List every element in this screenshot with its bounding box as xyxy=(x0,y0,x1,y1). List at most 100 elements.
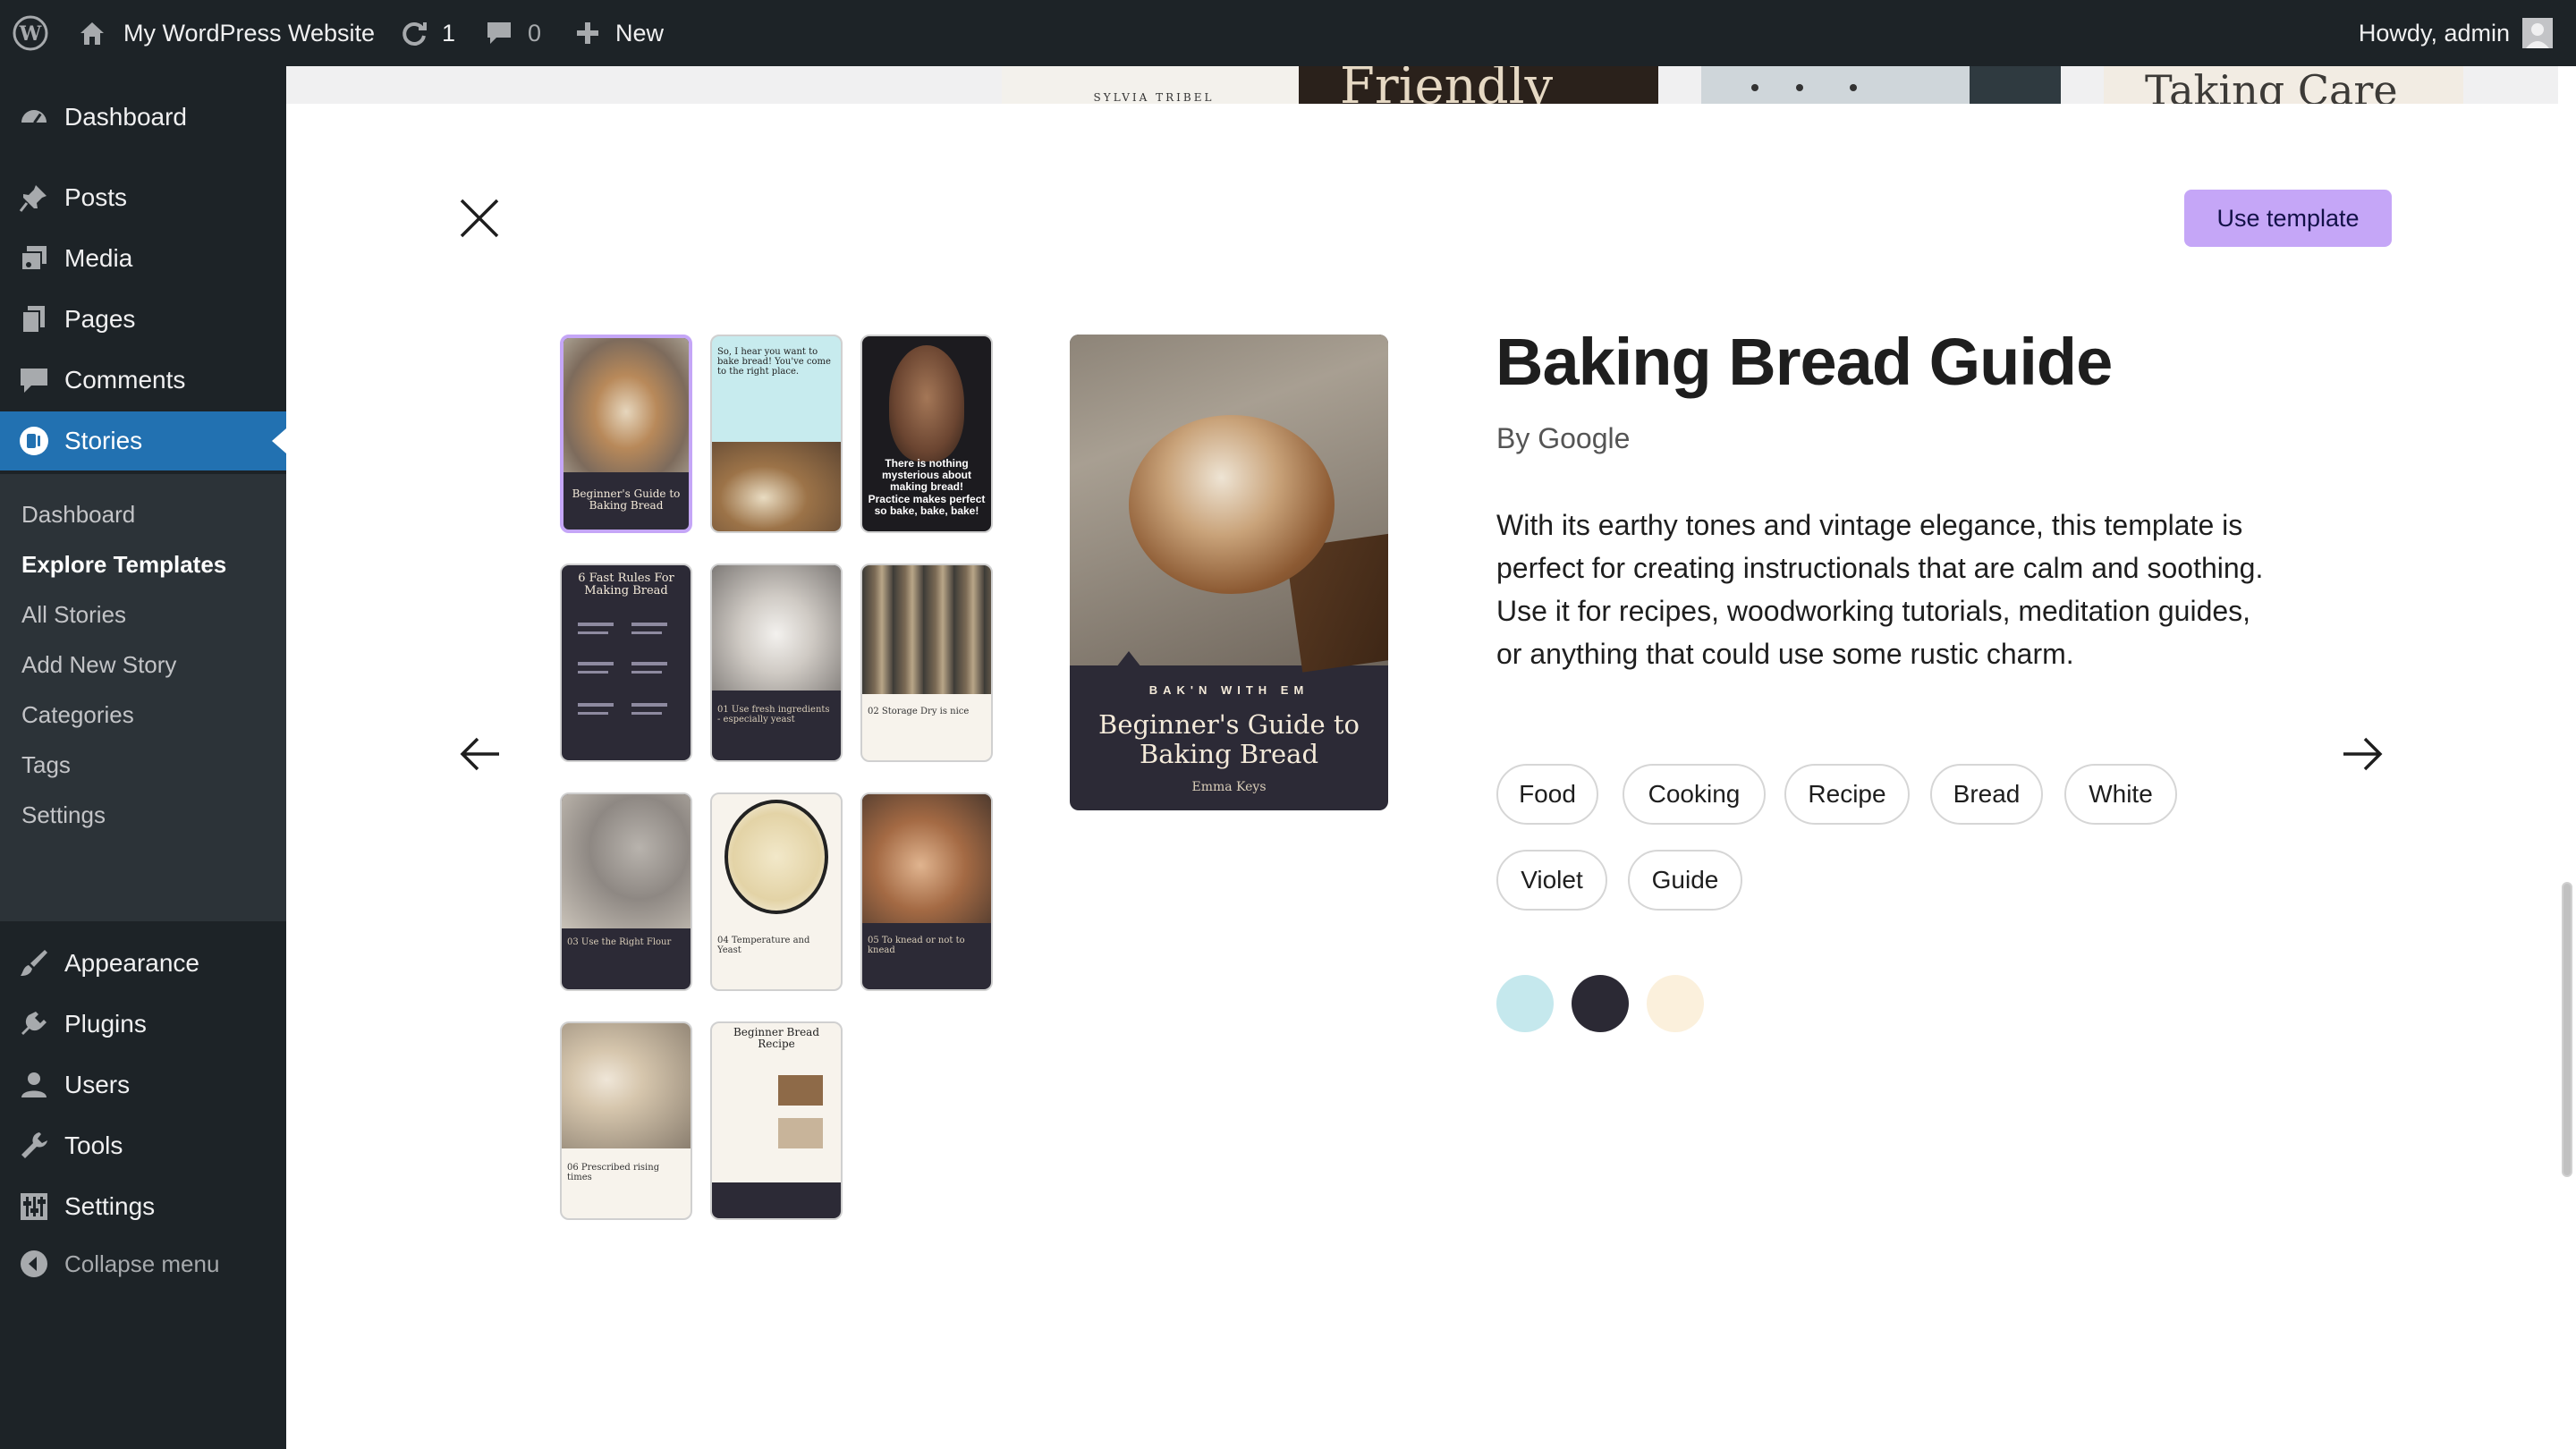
page-thumbnail[interactable]: Beginner's Guide to Baking Bread xyxy=(560,335,692,533)
collapse-menu-button[interactable]: Collapse menu xyxy=(0,1234,286,1293)
background-template-card: Taking Care xyxy=(2104,66,2463,104)
home-icon xyxy=(77,18,107,48)
preview-bread-loaf xyxy=(1129,415,1335,594)
comments-count: 0 xyxy=(528,19,542,47)
close-icon xyxy=(460,199,499,238)
thumbnail-photo xyxy=(562,794,691,928)
plug-icon xyxy=(21,1012,47,1035)
submenu-settings[interactable]: Settings xyxy=(21,801,106,829)
howdy-text: Howdy, admin xyxy=(2358,19,2510,47)
menu-label: Plugins xyxy=(64,1010,147,1038)
background-card-text: Friendly xyxy=(1340,66,1554,104)
thumbnail-caption: So, I hear you want to bake bread! You'v… xyxy=(717,347,831,377)
thumbnail-caption: There is nothing mysterious about making… xyxy=(868,457,986,517)
color-swatch xyxy=(1572,975,1629,1032)
comments-link[interactable]: 0 xyxy=(485,0,541,66)
template-description: With its earthy tones and vintage elegan… xyxy=(1496,509,2264,670)
previous-template-button[interactable] xyxy=(458,732,503,776)
page-thumbnail[interactable]: 02 Storage Dry is nice xyxy=(860,564,993,762)
page-thumbnail[interactable]: 6 Fast Rules For Making Bread xyxy=(560,564,692,762)
wordpress-logo-icon[interactable]: W xyxy=(13,0,48,66)
background-card-text: SYLVIA TRIBEL xyxy=(1093,91,1215,104)
page-scrollbar[interactable] xyxy=(2558,66,2576,1449)
menu-pages[interactable]: Pages xyxy=(0,290,286,349)
tag-food[interactable]: Food xyxy=(1496,764,1598,825)
menu-media[interactable]: Media xyxy=(0,229,286,288)
page-thumbnail[interactable]: So, I hear you want to bake bread! You'v… xyxy=(710,335,843,533)
collapse-arrow-icon xyxy=(21,1250,47,1277)
thumbnail-photo xyxy=(562,1023,691,1148)
tag-cooking[interactable]: Cooking xyxy=(1623,764,1766,825)
thumbnail-photo xyxy=(889,345,964,462)
thumbnail-photo xyxy=(724,800,828,914)
page-thumbnail[interactable]: 04 Temperature and Yeast xyxy=(710,792,843,991)
page-thumbnail[interactable]: There is nothing mysterious about making… xyxy=(860,335,993,533)
updates-link[interactable]: 1 xyxy=(399,0,455,66)
page-thumbnail[interactable]: 03 Use the Right Flour xyxy=(560,792,692,991)
comment-bubble-icon xyxy=(485,19,513,47)
submenu-add-new-story[interactable]: Add New Story xyxy=(21,651,176,679)
submenu-explore-templates[interactable]: Explore Templates xyxy=(21,551,226,579)
menu-plugins[interactable]: Plugins xyxy=(0,995,286,1054)
arrow-right-icon xyxy=(2343,737,2383,771)
tag-bread[interactable]: Bread xyxy=(1930,764,2043,825)
menu-users[interactable]: Users xyxy=(0,1055,286,1114)
menu-label: Comments xyxy=(64,366,186,394)
menu-label: Collapse menu xyxy=(64,1250,220,1277)
pages-icon xyxy=(21,306,45,334)
page-thumbnail[interactable]: 06 Prescribed rising times xyxy=(560,1021,692,1220)
menu-comments[interactable]: Comments xyxy=(0,351,286,410)
template-main-preview[interactable]: BAK'N WITH EM Beginner's Guide to Baking… xyxy=(1070,335,1388,810)
close-button[interactable] xyxy=(456,195,503,242)
site-name-link[interactable]: My WordPress Website xyxy=(77,0,375,66)
settings-sliders-icon xyxy=(21,1193,47,1220)
preview-title: Beginner's Guide to Baking Bread xyxy=(1098,709,1360,770)
tag-guide[interactable]: Guide xyxy=(1628,850,1742,911)
menu-stories[interactable]: Stories xyxy=(0,411,286,470)
submenu-dashboard[interactable]: Dashboard xyxy=(21,501,135,529)
menu-label: Posts xyxy=(64,183,128,211)
menu-posts[interactable]: Posts xyxy=(0,168,286,227)
page-thumbnail[interactable]: Beginner Bread Recipe xyxy=(710,1021,843,1220)
background-card-image xyxy=(1701,66,2061,104)
tag-violet[interactable]: Violet xyxy=(1496,850,1607,911)
next-template-button[interactable] xyxy=(2340,732,2385,776)
menu-label: Stories xyxy=(64,427,143,454)
page-thumbnail[interactable]: 05 To knead or not to knead xyxy=(860,792,993,991)
submenu-all-stories[interactable]: All Stories xyxy=(21,601,126,629)
thumbnail-caption: 05 To knead or not to knead xyxy=(868,936,965,955)
thumbnail-photo xyxy=(564,338,689,472)
current-indicator xyxy=(272,428,286,453)
scrollbar-thumb[interactable] xyxy=(2562,882,2572,1177)
admin-sidebar: Dashboard Posts Media Pages Comments Sto… xyxy=(0,66,286,1449)
menu-label: Users xyxy=(64,1071,131,1098)
stories-submenu: Dashboard Explore Templates All Stories … xyxy=(0,474,286,921)
template-title: Baking Bread Guide xyxy=(1496,325,2113,399)
preview-author: Emma Keys xyxy=(1191,780,1267,794)
menu-tools[interactable]: Tools xyxy=(0,1116,286,1175)
updates-count: 1 xyxy=(442,19,456,47)
background-template-card: SYLVIA TRIBEL xyxy=(1002,66,1306,104)
page-thumbnail[interactable]: 01 Use fresh ingredients - especially ye… xyxy=(710,564,843,762)
thumbnail-photo xyxy=(712,442,841,531)
menu-label: Dashboard xyxy=(64,103,187,131)
menu-settings[interactable]: Settings xyxy=(0,1177,286,1236)
my-account-link[interactable]: Howdy, admin xyxy=(2359,0,2553,66)
rules-list-graphic xyxy=(578,623,667,715)
user-icon xyxy=(21,1072,47,1097)
tag-white[interactable]: White xyxy=(2064,764,2177,825)
color-swatch xyxy=(1496,975,1554,1032)
thumbnail-caption: 02 Storage Dry is nice xyxy=(868,707,970,716)
menu-appearance[interactable]: Appearance xyxy=(0,934,286,993)
submenu-tags[interactable]: Tags xyxy=(21,751,71,779)
tag-recipe[interactable]: Recipe xyxy=(1784,764,1910,825)
menu-dashboard[interactable]: Dashboard xyxy=(0,88,286,147)
thumbnail-photo xyxy=(778,1075,823,1106)
use-template-button[interactable]: Use template xyxy=(2184,190,2392,247)
thumbnail-caption: 03 Use the Right Flour xyxy=(567,937,672,947)
pushpin-icon xyxy=(19,185,47,212)
thumbnail-caption: 01 Use fresh ingredients - especially ye… xyxy=(717,705,830,724)
dashboard-icon xyxy=(21,110,47,124)
submenu-categories[interactable]: Categories xyxy=(21,701,134,729)
new-content-link[interactable]: New xyxy=(574,0,664,66)
